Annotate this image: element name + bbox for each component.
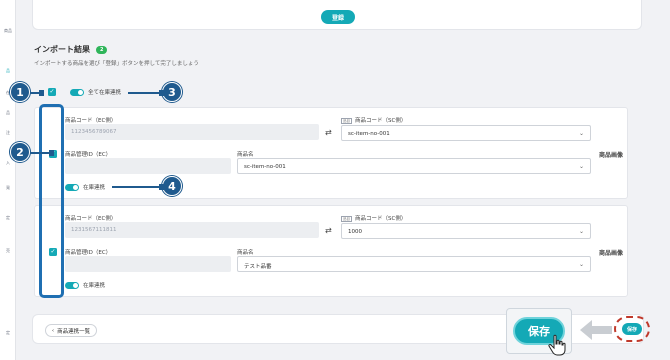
all-sync-toggle[interactable] — [70, 88, 84, 96]
sc-code-label-text: 商品コード（SC側） — [355, 216, 407, 222]
sc-code-select[interactable]: 1000 ⌄ — [341, 223, 591, 239]
ec-code-field: 1123456789067 — [65, 124, 319, 140]
ec-manage-label: 商品管理ID（EC） — [65, 152, 112, 158]
all-sync-label: 全て在庫連携 — [88, 90, 122, 96]
product-name-value: テスト品番 — [244, 264, 272, 270]
sc-code-label: 品目 商品コード（SC側） — [341, 214, 406, 222]
import-result-title: インポート結果 — [34, 45, 90, 54]
sidebar-item[interactable]: 商品 — [2, 28, 14, 33]
sc-code-tag: 品目 — [341, 117, 352, 124]
import-result-heading: インポート結果 2 — [34, 44, 108, 55]
item-sync-toggle-row[interactable]: 在庫連携 — [65, 183, 105, 191]
mapping-shuffle-icon: ⇄ — [325, 128, 332, 137]
select-all-checkbox[interactable]: ✓ — [48, 88, 56, 96]
sc-code-tag: 品目 — [341, 215, 352, 222]
sc-code-label-text: 商品コード（SC側） — [355, 118, 407, 124]
sc-code-select-value: 1000 — [348, 229, 362, 235]
ec-manage-field — [65, 256, 231, 272]
product-name-select[interactable]: sc-item-no-001 ⌄ — [237, 158, 591, 174]
product-name-label: 商品名 — [237, 250, 254, 256]
sidebar-item[interactable]: 発 — [2, 185, 14, 190]
sc-code-select[interactable]: sc-item-no-001 ⌄ — [341, 125, 591, 141]
mapping-shuffle-icon: ⇄ — [325, 226, 332, 235]
left-sidebar: 商品 品 在 品 注 入 発 定 売 定 — [0, 0, 16, 360]
chevron-down-icon: ⌄ — [578, 130, 584, 137]
item-card: ✓ 商品コード（EC側） 1231567111811 ⇄ 品目 商品コード（SC側… — [34, 205, 628, 297]
import-description: インポートする商品を選び「登録」ボタンを押して完了しましょう — [34, 61, 199, 67]
ec-code-field: 1231567111811 — [65, 222, 319, 238]
sidebar-item[interactable]: 注 — [2, 130, 14, 135]
save-highlight-ring: 保存 — [614, 316, 650, 342]
sidebar-item[interactable]: 品 — [2, 68, 14, 73]
save-button-small[interactable]: 保存 — [622, 323, 642, 335]
callout-line — [112, 184, 164, 190]
sidebar-item[interactable]: 売 — [2, 248, 14, 253]
ec-code-label: 商品コード（EC側） — [65, 118, 117, 124]
arrow-left-icon — [580, 320, 612, 340]
callout-line — [128, 90, 164, 96]
back-to-list-label: 商品連携一覧 — [57, 328, 91, 335]
register-button[interactable]: 登録 — [321, 10, 355, 24]
callout-badge: 2 — [10, 142, 30, 162]
chevron-down-icon: ⌄ — [578, 228, 584, 235]
callout-badge: 4 — [162, 176, 182, 196]
product-name-label: 商品名 — [237, 152, 254, 158]
item-sync-label: 在庫連携 — [83, 283, 106, 289]
back-to-list-button[interactable]: ‹ 商品連携一覧 — [45, 324, 97, 337]
ec-manage-label: 商品管理ID（EC） — [65, 250, 112, 256]
sidebar-item[interactable]: 定 — [2, 215, 14, 220]
all-sync-toggle-row[interactable]: 全て在庫連携 — [70, 88, 121, 96]
product-name-select[interactable]: テスト品番 ⌄ — [237, 256, 591, 272]
callout-line — [30, 90, 44, 96]
product-name-value: sc-item-no-001 — [244, 164, 286, 170]
ec-code-label: 商品コード（EC側） — [65, 216, 117, 222]
sc-code-select-value: sc-item-no-001 — [348, 131, 390, 137]
chevron-left-icon: ‹ — [51, 327, 55, 334]
sidebar-item[interactable]: 品 — [2, 110, 14, 115]
item-sync-toggle[interactable] — [65, 281, 79, 289]
ec-manage-field — [65, 158, 231, 174]
item-sync-label: 在庫連携 — [83, 185, 106, 191]
callout-badge: 1 — [10, 82, 30, 102]
sidebar-item[interactable]: 入 — [2, 160, 14, 165]
checkbox-highlight-bracket — [39, 104, 64, 298]
product-image-label: 商品画像 — [599, 152, 624, 159]
top-card: 登録 — [32, 0, 642, 30]
chevron-down-icon: ⌄ — [578, 163, 584, 170]
chevron-down-icon: ⌄ — [578, 261, 584, 268]
callout-line — [30, 150, 54, 156]
hand-cursor-icon — [548, 334, 566, 356]
import-count-badge: 2 — [96, 45, 108, 54]
product-image-label: 商品画像 — [599, 250, 624, 257]
item-sync-toggle[interactable] — [65, 183, 79, 191]
item-sync-toggle-row[interactable]: 在庫連携 — [65, 281, 105, 289]
sc-code-label: 品目 商品コード（SC側） — [341, 116, 406, 124]
callout-badge: 3 — [162, 82, 182, 102]
sidebar-item[interactable]: 定 — [2, 330, 14, 335]
